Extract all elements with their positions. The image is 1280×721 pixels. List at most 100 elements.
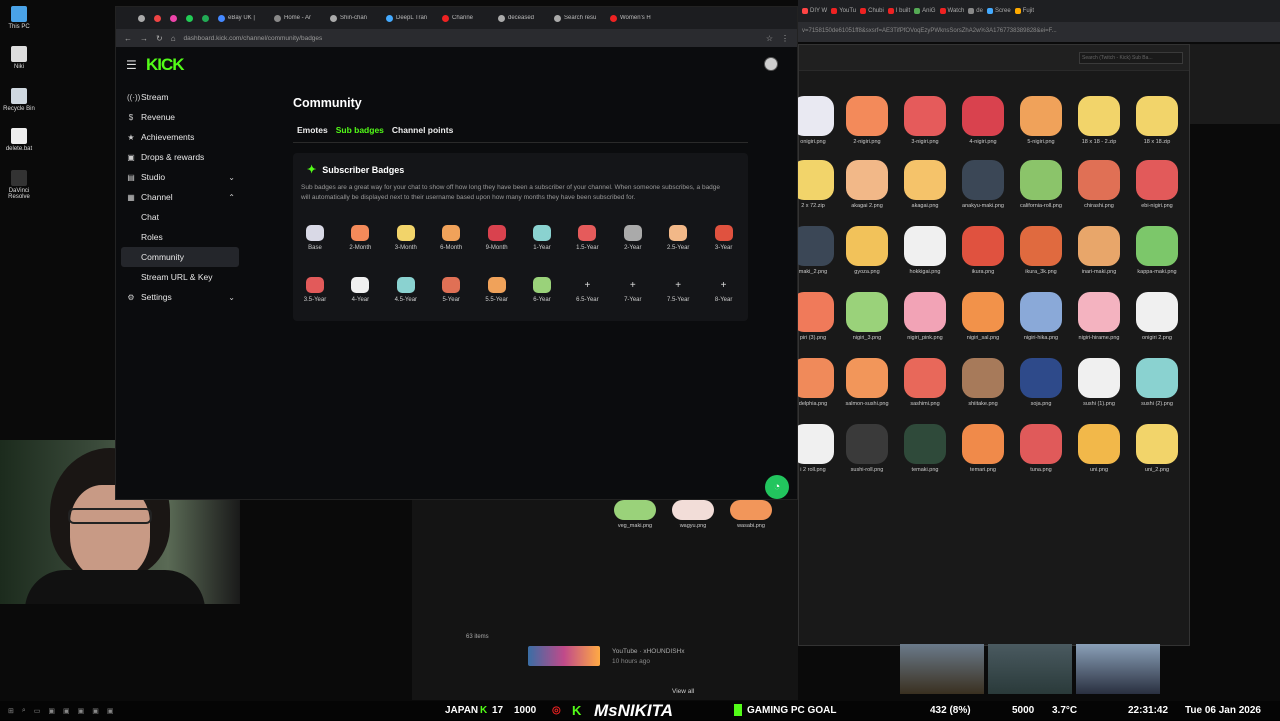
back-icon[interactable]: ← <box>124 34 132 43</box>
file-item[interactable]: uni.png <box>1074 424 1124 473</box>
badge-tile[interactable]: 2.5-Year <box>658 225 698 251</box>
sidebar-item-studio[interactable]: ▤ Studio ⌄ <box>121 167 239 187</box>
badge-tile[interactable]: 4-Year <box>340 277 380 303</box>
file-item[interactable]: anakyu-maki.png <box>958 160 1008 209</box>
front-browser-tab[interactable] <box>202 14 214 22</box>
file-item[interactable]: onigiri 2.png <box>1132 292 1182 341</box>
sidebar-item-stream[interactable]: ((·)) Stream <box>121 87 239 107</box>
sidebar-item-roles[interactable]: Roles <box>121 227 239 247</box>
back-browser-tab[interactable]: Scree <box>986 8 1011 14</box>
file-item[interactable]: kappa-maki.png <box>1132 226 1182 275</box>
app-icon[interactable]: ▣ <box>78 707 85 715</box>
search-icon[interactable]: ⌕ <box>22 707 26 715</box>
badge-tile[interactable]: 9-Month <box>477 225 517 251</box>
sidebar-item-chat[interactable]: Chat <box>121 207 239 227</box>
file-item[interactable]: 18 x 18 - 2.zip <box>1074 96 1124 145</box>
desktop-icon[interactable]: DaVinci Resolve <box>2 170 36 200</box>
tab-sub-badges[interactable]: Sub badges <box>336 125 384 135</box>
file-search-input[interactable]: Search (Twitch - Kick) Sub Ba... <box>1079 51 1183 64</box>
front-browser-tab[interactable]: Shin-chan <box>330 14 382 22</box>
file-item[interactable]: gyoza.png <box>842 226 892 275</box>
badge-tile[interactable]: +6.5-Year <box>567 277 607 304</box>
file-item[interactable]: 4-nigiri.png <box>958 96 1008 145</box>
file-item[interactable]: 3-nigiri.png <box>900 96 950 145</box>
badge-tile[interactable]: +8-Year <box>704 277 744 304</box>
file-item[interactable]: sushi (1).png <box>1074 358 1124 407</box>
file-item[interactable]: shiitake.png <box>958 358 1008 407</box>
front-browser-tab[interactable]: Channe <box>442 14 494 22</box>
app-icon[interactable]: ▣ <box>48 707 55 715</box>
file-item[interactable]: chirashi.png <box>1074 160 1124 209</box>
badge-tile[interactable]: Base <box>295 225 335 251</box>
front-browser-tab[interactable] <box>170 14 182 22</box>
add-badge-icon[interactable]: + <box>624 277 642 293</box>
file-item[interactable]: temari.png <box>958 424 1008 473</box>
back-browser-tab[interactable]: DIY W <box>802 8 827 14</box>
add-badge-icon[interactable]: + <box>578 277 596 293</box>
video-thumbnail[interactable] <box>528 646 600 666</box>
chevron-icon[interactable]: ⌃ <box>228 193 235 202</box>
game-thumb-3[interactable] <box>1076 644 1160 694</box>
front-browser-tab[interactable] <box>154 14 166 22</box>
file-item[interactable]: wagyu.png <box>668 500 718 529</box>
front-browser-tab[interactable]: Search resu <box>554 14 606 22</box>
tab-emotes[interactable]: Emotes <box>297 125 328 135</box>
badge-tile[interactable]: 2-Year <box>613 225 653 251</box>
back-browser-tab[interactable]: I built <box>887 8 910 14</box>
avatar[interactable] <box>764 57 778 71</box>
address-bar[interactable]: dashboard.kick.com/channel/community/bad… <box>184 35 758 42</box>
back-browser-tab[interactable]: de <box>968 8 983 14</box>
sidebar-item-stream-url-key[interactable]: Stream URL & Key <box>121 267 239 287</box>
file-item[interactable]: nigiri-hika.png <box>1016 292 1066 341</box>
home-icon[interactable]: ⌂ <box>171 34 176 43</box>
file-item[interactable]: sashimi.png <box>900 358 950 407</box>
game-thumb-2[interactable] <box>988 644 1072 694</box>
file-item[interactable]: wasabi.png <box>726 500 776 529</box>
file-item[interactable]: 5-nigiri.png <box>1016 96 1066 145</box>
sidebar-item-community[interactable]: Community <box>121 247 239 267</box>
file-item[interactable]: uni_2.png <box>1132 424 1182 473</box>
file-item[interactable]: ikura.png <box>958 226 1008 275</box>
game-thumb-1[interactable] <box>900 644 984 694</box>
front-browser-tab[interactable] <box>138 14 150 22</box>
hamburger-icon[interactable]: ☰ <box>126 58 137 72</box>
back-browser-address[interactable]: v=7158150de61051ff8&sxsrf=AE3TifPfOVoqEz… <box>798 22 1280 42</box>
back-browser-tab[interactable]: Watch <box>939 8 964 14</box>
badge-tile[interactable]: 1-Year <box>522 225 562 251</box>
desktop-icon[interactable]: This PC <box>2 6 36 30</box>
front-browser-tab[interactable]: Women's H <box>610 14 662 22</box>
file-item[interactable]: nigiri_3.png <box>842 292 892 341</box>
front-browser-tab[interactable]: deceased <box>498 14 550 22</box>
badge-tile[interactable]: 3.5-Year <box>295 277 335 303</box>
file-item[interactable]: akagai.png <box>900 160 950 209</box>
file-item[interactable]: temaki.png <box>900 424 950 473</box>
front-browser-tab[interactable] <box>186 14 198 22</box>
file-item[interactable]: nigiri_pink.png <box>900 292 950 341</box>
add-badge-icon[interactable]: + <box>669 277 687 293</box>
file-item[interactable]: sushi-roll.png <box>842 424 892 473</box>
file-item[interactable]: california-roll.png <box>1016 160 1066 209</box>
desktop-icon[interactable]: delete.bat <box>2 128 36 152</box>
view-all-link[interactable]: View all <box>672 688 694 695</box>
desktop-icon[interactable]: Niki <box>2 46 36 70</box>
back-browser-tab[interactable]: YouTu <box>831 8 856 14</box>
front-browser-tab[interactable]: eBay UK | <box>218 14 270 22</box>
badge-tile[interactable]: 5.5-Year <box>477 277 517 303</box>
app-icon[interactable]: ▣ <box>92 707 99 715</box>
sidebar-item-drops-rewards[interactable]: ▣ Drops & rewards <box>121 147 239 167</box>
reload-icon[interactable]: ↻ <box>156 34 163 43</box>
support-button[interactable]: ◔ <box>765 475 789 499</box>
file-item[interactable]: nigiri-hirame.png <box>1074 292 1124 341</box>
app-icon[interactable]: ▣ <box>63 707 70 715</box>
sidebar-item-achievements[interactable]: ★ Achievements <box>121 127 239 147</box>
file-item[interactable]: veg_maki.png <box>610 500 660 529</box>
badge-tile[interactable]: 6-Month <box>431 225 471 251</box>
file-item[interactable]: ebi-nigiri.png <box>1132 160 1182 209</box>
file-item[interactable]: nigiri_sal.png <box>958 292 1008 341</box>
sidebar-item-channel[interactable]: ▦ Channel ⌃ <box>121 187 239 207</box>
file-item[interactable]: soja.png <box>1016 358 1066 407</box>
kick-logo[interactable]: KICK <box>146 55 185 75</box>
back-browser-tab[interactable]: Chubi <box>860 8 884 14</box>
back-browser-tab[interactable]: Fujit <box>1014 8 1034 14</box>
file-item[interactable]: ikura_3k.png <box>1016 226 1066 275</box>
